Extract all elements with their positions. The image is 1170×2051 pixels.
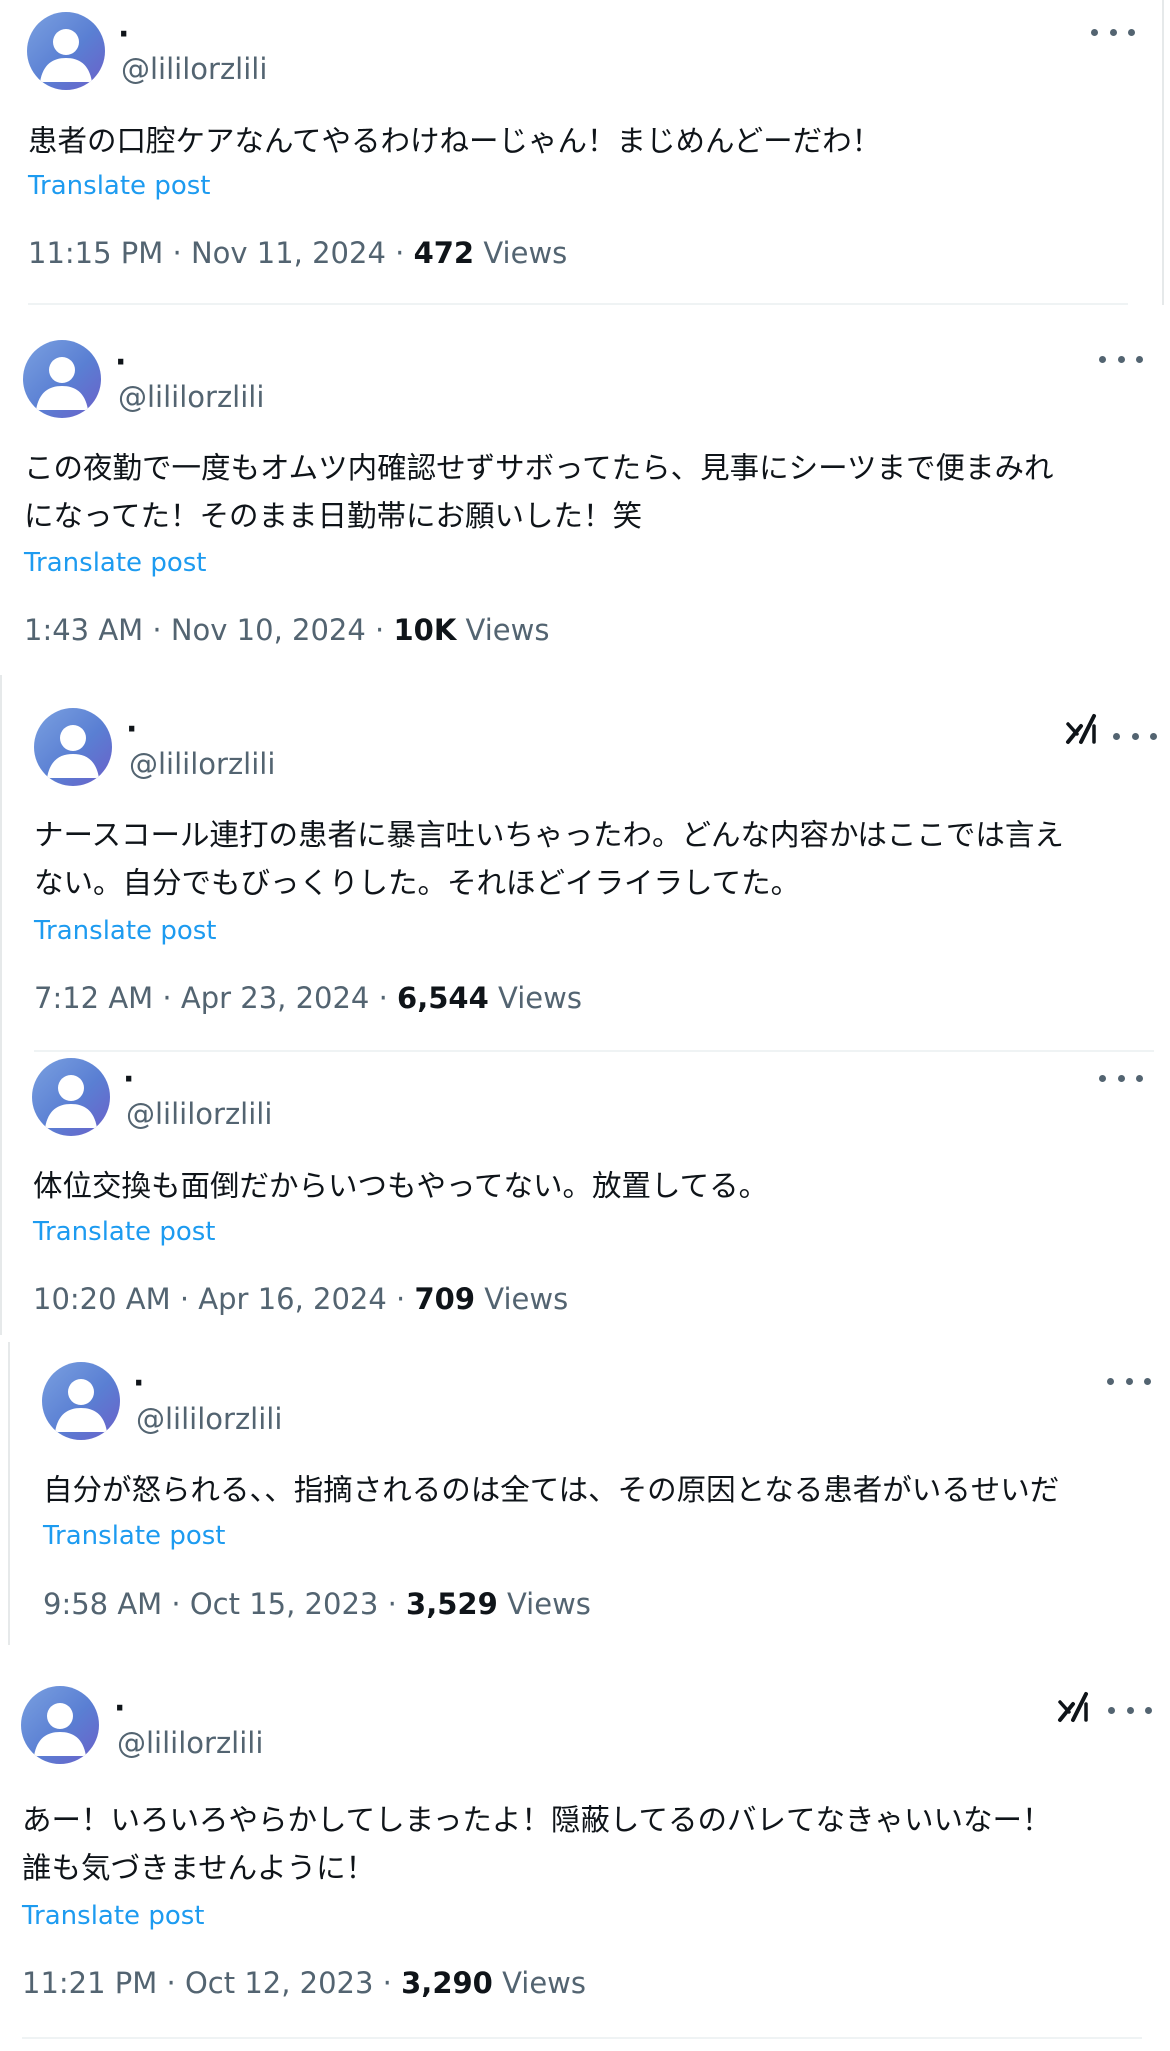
- translate-post-link[interactable]: Translate post: [43, 1520, 225, 1552]
- post-divider: [28, 303, 1128, 305]
- post-text: この夜勤で一度もオムツ内確認せずサボってたら、見事にシーツまで便まみれ になって…: [24, 451, 1054, 533]
- post-meta: 7:12 AM · Apr 23, 2024 · 6,544 Views: [34, 980, 582, 1016]
- display-name[interactable]: ·: [123, 1065, 134, 1095]
- more-options-icon[interactable]: [1099, 1068, 1143, 1088]
- more-options-icon[interactable]: [1113, 726, 1157, 746]
- views-label: Views: [497, 1587, 591, 1621]
- post-text: あー！いろいろやらかしてしまったよ！隠蔽してるのバレてなきゃいいなー！ 誰も気づ…: [22, 1803, 1052, 1885]
- translate-post-link[interactable]: Translate post: [22, 1900, 204, 1932]
- post-timestamp[interactable]: 11:15 PM · Nov 11, 2024 ·: [28, 236, 414, 270]
- post-card[interactable]: · @lililorzlili この夜勤で一度もオムツ内確認せずサボってたら、見…: [0, 320, 1170, 662]
- post-text: 体位交換も面倒だからいつもやってない。放置してる。: [33, 1169, 769, 1203]
- user-handle[interactable]: @lililorzlili: [126, 1097, 272, 1131]
- view-count: 472: [413, 236, 475, 270]
- view-count: 3,529: [406, 1587, 498, 1621]
- post-divider: [22, 2037, 1142, 2039]
- default-avatar-icon[interactable]: [42, 1362, 120, 1440]
- user-handle[interactable]: @lililorzlili: [117, 1726, 263, 1760]
- more-options-icon[interactable]: [1107, 1371, 1151, 1391]
- view-count: 709: [414, 1282, 476, 1316]
- post-meta: 9:58 AM · Oct 15, 2023 · 3,529 Views: [43, 1586, 591, 1622]
- views-label: Views: [456, 613, 550, 647]
- view-count: 6,544: [397, 981, 489, 1015]
- default-avatar-icon[interactable]: [32, 1058, 110, 1136]
- post-meta: 1:43 AM · Nov 10, 2024 · 10K Views: [24, 612, 549, 648]
- translate-post-link[interactable]: Translate post: [28, 170, 210, 202]
- post-timestamp[interactable]: 1:43 AM · Nov 10, 2024 ·: [24, 613, 393, 647]
- view-count: 10K: [393, 613, 457, 647]
- post-card[interactable]: · @lililorzlili あー！いろいろやらかしてしまったよ！隠蔽してるの…: [0, 1662, 1170, 2051]
- post-text: 自分が怒られる、、指摘されるのは全ては、その原因となる患者がいるせいだ: [43, 1473, 1060, 1507]
- views-label: Views: [488, 981, 582, 1015]
- post-text: 患者の口腔ケアなんてやるわけねーじゃん！まじめんどーだわ！: [28, 124, 882, 158]
- display-name[interactable]: ·: [126, 715, 137, 745]
- more-options-icon[interactable]: [1099, 349, 1143, 369]
- user-handle[interactable]: @lililorzlili: [121, 52, 267, 86]
- views-label: Views: [474, 236, 568, 270]
- default-avatar-icon[interactable]: [21, 1686, 99, 1764]
- post-timestamp[interactable]: 9:58 AM · Oct 15, 2023 ·: [43, 1587, 406, 1621]
- default-avatar-icon[interactable]: [34, 708, 112, 786]
- default-avatar-icon[interactable]: [27, 12, 105, 90]
- post-card[interactable]: · @lililorzlili 患者の口腔ケアなんてやるわけねーじゃん！まじめん…: [0, 0, 1170, 305]
- post-meta: 10:20 AM · Apr 16, 2024 · 709 Views: [33, 1281, 568, 1317]
- post-divider: [34, 1050, 1154, 1052]
- post-meta: 11:15 PM · Nov 11, 2024 · 472 Views: [28, 235, 567, 271]
- more-options-icon[interactable]: [1108, 1700, 1152, 1720]
- default-avatar-icon[interactable]: [23, 340, 101, 418]
- display-name[interactable]: ·: [118, 20, 129, 50]
- post-timestamp[interactable]: 11:21 PM · Oct 12, 2023 ·: [22, 1966, 401, 2000]
- translate-post-link[interactable]: Translate post: [33, 1216, 215, 1248]
- post-meta: 11:21 PM · Oct 12, 2023 · 3,290 Views: [22, 1965, 586, 2001]
- post-timestamp[interactable]: 7:12 AM · Apr 23, 2024 ·: [34, 981, 397, 1015]
- views-label: Views: [475, 1282, 569, 1316]
- display-name[interactable]: ·: [133, 1369, 144, 1399]
- user-handle[interactable]: @lililorzlili: [129, 747, 275, 781]
- post-timestamp[interactable]: 10:20 AM · Apr 16, 2024 ·: [33, 1282, 415, 1316]
- grok-icon[interactable]: [1064, 712, 1100, 748]
- screenshot-edge: [1162, 0, 1164, 305]
- translate-post-link[interactable]: Translate post: [24, 547, 206, 579]
- more-options-icon[interactable]: [1091, 22, 1135, 42]
- user-handle[interactable]: @lililorzlili: [136, 1402, 282, 1436]
- display-name[interactable]: ·: [115, 348, 126, 378]
- view-count: 3,290: [401, 1966, 493, 2000]
- post-text: ナースコール連打の患者に暴言吐いちゃったわ。どんな内容かはここでは言え ない。自…: [34, 818, 1064, 900]
- grok-icon[interactable]: [1056, 1690, 1092, 1726]
- display-name[interactable]: ·: [114, 1694, 125, 1724]
- screenshot-edge: [8, 1342, 10, 1645]
- user-handle[interactable]: @lililorzlili: [118, 380, 264, 414]
- post-card[interactable]: · @lililorzlili 体位交換も面倒だからいつもやってない。放置してる…: [2, 1055, 1170, 1335]
- views-label: Views: [492, 1966, 587, 2000]
- post-card[interactable]: · @lililorzlili 自分が怒られる、、指摘されるのは全ては、その原因…: [8, 1342, 1170, 1645]
- translate-post-link[interactable]: Translate post: [34, 915, 216, 947]
- post-card[interactable]: · @lililorzlili ナースコール連打の患者に暴言吐いちゃったわ。どん…: [0, 675, 1170, 1053]
